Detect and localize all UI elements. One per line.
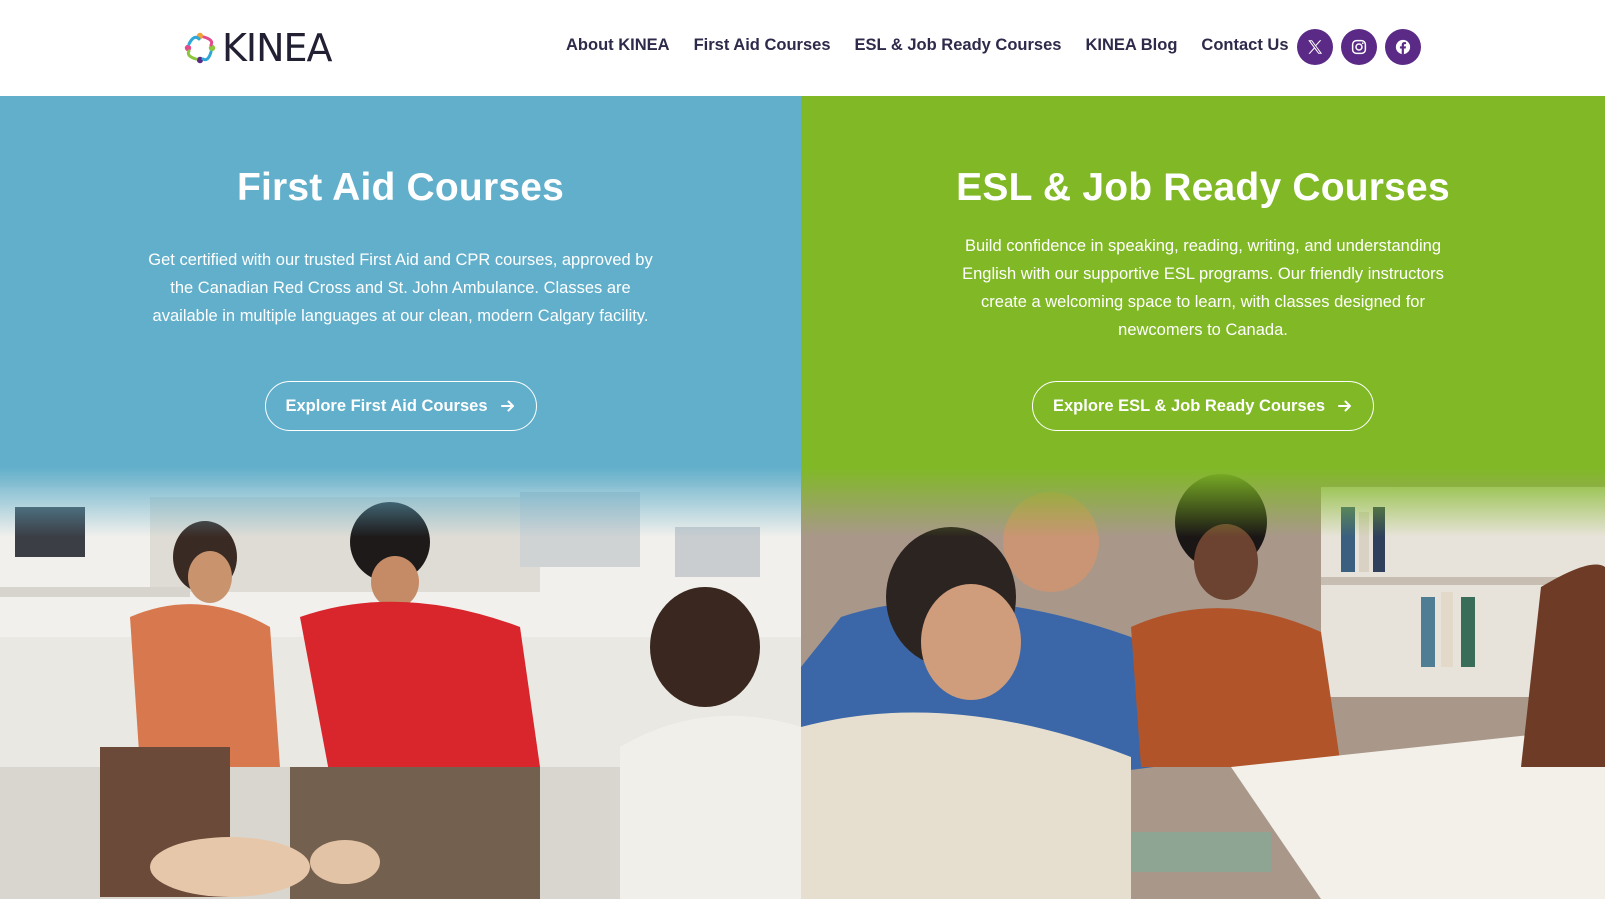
explore-first-aid-button[interactable]: Explore First Aid Courses	[264, 381, 537, 431]
esl-description: Build confidence in speaking, reading, w…	[962, 237, 1444, 339]
site-header: KINEA About KINEA First Aid Courses ESL …	[0, 0, 1605, 96]
cpr-training-photo	[0, 467, 801, 899]
logo-wordmark: KINEA	[222, 26, 333, 70]
instagram-icon	[1351, 39, 1367, 55]
instagram-link[interactable]	[1341, 29, 1377, 65]
x-twitter-icon	[1308, 40, 1323, 54]
facebook-icon	[1395, 39, 1411, 55]
nav-contact[interactable]: Contact Us	[1201, 36, 1288, 55]
esl-photo-fade	[801, 467, 1605, 537]
facebook-link[interactable]	[1385, 29, 1421, 65]
first-aid-photo-fade	[0, 467, 801, 537]
first-aid-title: First Aid Courses	[236, 166, 565, 209]
nav-about[interactable]: About KINEA	[566, 36, 670, 55]
first-aid-panel: First Aid Courses Get certified with our…	[0, 96, 801, 903]
explore-esl-button[interactable]: Explore ESL & Job Ready Courses	[1031, 381, 1375, 431]
first-aid-description: Get certified with our trusted First Aid…	[148, 251, 653, 325]
explore-first-aid-label: Explore First Aid Courses	[285, 396, 488, 415]
main-nav: About KINEA First Aid Courses ESL & Job …	[566, 36, 1289, 55]
esl-title: ESL & Job Ready Courses	[956, 166, 1450, 209]
social-links	[1297, 29, 1421, 65]
x-twitter-link[interactable]	[1297, 29, 1333, 65]
kinea-logo-icon	[184, 32, 216, 64]
explore-esl-label: Explore ESL & Job Ready Courses	[1052, 396, 1326, 415]
nav-blog[interactable]: KINEA Blog	[1085, 36, 1177, 55]
nav-esl[interactable]: ESL & Job Ready Courses	[855, 36, 1062, 55]
arrow-right-icon	[500, 400, 514, 412]
nav-first-aid[interactable]: First Aid Courses	[694, 36, 831, 55]
arrow-right-icon	[1338, 400, 1352, 412]
esl-panel: ESL & Job Ready Courses Build confidence…	[801, 96, 1605, 903]
esl-classroom-photo	[801, 467, 1605, 899]
kinea-logo[interactable]: KINEA	[180, 26, 333, 70]
page-bottom-strip	[0, 899, 1605, 903]
